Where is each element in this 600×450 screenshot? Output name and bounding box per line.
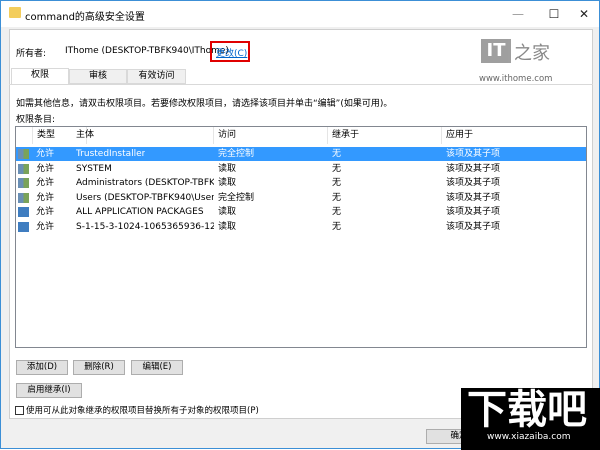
replace-child-permissions-label: 使用可从此对象继承的权限项目替换所有子对象的权限项目(P): [26, 406, 259, 416]
cell-inherited: 无: [332, 149, 342, 159]
column-access[interactable]: 访问: [214, 127, 328, 144]
table-row[interactable]: 允许 S-1-15-3-1024-1065365936-128... 读取 无 该项及其…: [16, 220, 586, 234]
table-row[interactable]: 允许 ALL APPLICATION PACKAGES 读取 无 该项及其子项: [16, 205, 586, 219]
enable-inheritance-button[interactable]: 启用继承(I): [16, 383, 82, 398]
xiazaiba-watermark: 下载吧 www.xiazaiba.com: [461, 388, 600, 450]
cell-principal: Users (DESKTOP-TBFK940\Users): [76, 192, 214, 203]
package-icon: [18, 221, 29, 232]
cell-principal: TrustedInstaller: [76, 149, 146, 159]
column-principal[interactable]: 主体: [72, 127, 214, 144]
table-row[interactable]: 允许 Users (DESKTOP-TBFK940\Users) 完全控制 无 该项及其…: [16, 191, 586, 205]
add-button[interactable]: 添加(D): [16, 360, 68, 375]
cell-type: 允许: [36, 221, 55, 232]
tab-effective-access[interactable]: 有效访问: [127, 69, 186, 84]
users-icon: [18, 178, 29, 188]
xiazaiba-logo: 下载吧: [467, 387, 587, 433]
change-owner-link[interactable]: 更改(C): [216, 46, 247, 59]
cell-applies: 该项及其子项: [446, 149, 501, 159]
users-icon: [18, 163, 29, 174]
entries-label: 权限条目:: [16, 115, 56, 125]
cell-applies: 该项及其子项: [446, 221, 501, 232]
column-inherited-from[interactable]: 继承于: [328, 127, 442, 144]
remove-button[interactable]: 删除(R): [73, 360, 125, 375]
cell-type: 允许: [36, 163, 55, 174]
cell-access: 读取: [218, 178, 237, 188]
cell-applies: 该项及其子项: [446, 163, 501, 174]
xiazaiba-url: www.xiazaiba.com: [487, 432, 571, 442]
users-icon: [18, 149, 29, 159]
close-button[interactable]: ✕: [569, 5, 599, 23]
cell-access: 完全控制: [218, 149, 255, 159]
replace-child-permissions-checkbox[interactable]: [15, 406, 24, 415]
cell-applies: 该项及其子项: [446, 192, 501, 203]
folder-icon: [9, 7, 21, 18]
ithome-logo-text: 之家: [514, 43, 550, 64]
owner-value: IThome (DESKTOP-TBFK940\IThome): [65, 46, 229, 56]
cell-inherited: 无: [332, 163, 342, 174]
permission-entries-list[interactable]: 类型 主体 访问 继承于 应用于 允许 TrustedInstaller 完全控制无…: [15, 126, 587, 348]
cell-inherited: 无: [332, 178, 342, 188]
package-icon: [18, 207, 29, 217]
cell-principal: SYSTEM: [76, 163, 112, 174]
cell-type: 允许: [36, 149, 55, 159]
cell-type: 允许: [36, 192, 55, 203]
cell-type: 允许: [36, 178, 55, 188]
description-text: 如需其他信息，请双击权限项目。若要修改权限项目，请选择该项目并单击“编辑”(如果…: [16, 99, 393, 109]
edit-button[interactable]: 编辑(E): [131, 360, 183, 375]
cell-access: 完全控制: [218, 192, 255, 203]
table-row[interactable]: 允许 Administrators (DESKTOP-TBFK9... 读取 无 该项及…: [16, 176, 586, 190]
table-row[interactable]: 允许 TrustedInstaller 完全控制 无 该项及其子项: [16, 147, 586, 161]
column-applies-to[interactable]: 应用于: [442, 127, 586, 144]
cell-applies: 该项及其子项: [446, 178, 501, 188]
tab-permissions[interactable]: 权限: [11, 68, 69, 85]
maximize-button[interactable]: ☐: [539, 5, 569, 23]
cell-principal: S-1-15-3-1024-1065365936-128...: [76, 221, 214, 232]
cell-access: 读取: [218, 207, 237, 217]
list-header: 类型 主体 访问 继承于 应用于: [16, 127, 586, 144]
cell-access: 读取: [218, 221, 237, 232]
table-row[interactable]: 允许 SYSTEM 读取 无 该项及其子项: [16, 162, 586, 176]
minimize-button[interactable]: —: [503, 5, 533, 23]
cell-inherited: 无: [332, 221, 342, 232]
tab-auditing[interactable]: 审核: [69, 69, 127, 84]
cell-applies: 该项及其子项: [446, 207, 501, 217]
owner-label: 所有者:: [16, 49, 47, 59]
cell-principal: Administrators (DESKTOP-TBFK9...: [76, 178, 214, 188]
users-icon: [18, 192, 29, 203]
cell-inherited: 无: [332, 192, 342, 203]
cell-inherited: 无: [332, 207, 342, 217]
window-title: command的高级安全设置: [25, 12, 145, 23]
cell-principal: ALL APPLICATION PACKAGES: [76, 207, 204, 217]
title-bar: command的高级安全设置 — ☐ ✕: [1, 1, 599, 27]
cell-type: 允许: [36, 207, 55, 217]
ithome-logo: IT: [481, 39, 511, 63]
cell-access: 读取: [218, 163, 237, 174]
ithome-url: www.ithome.com: [479, 74, 553, 84]
